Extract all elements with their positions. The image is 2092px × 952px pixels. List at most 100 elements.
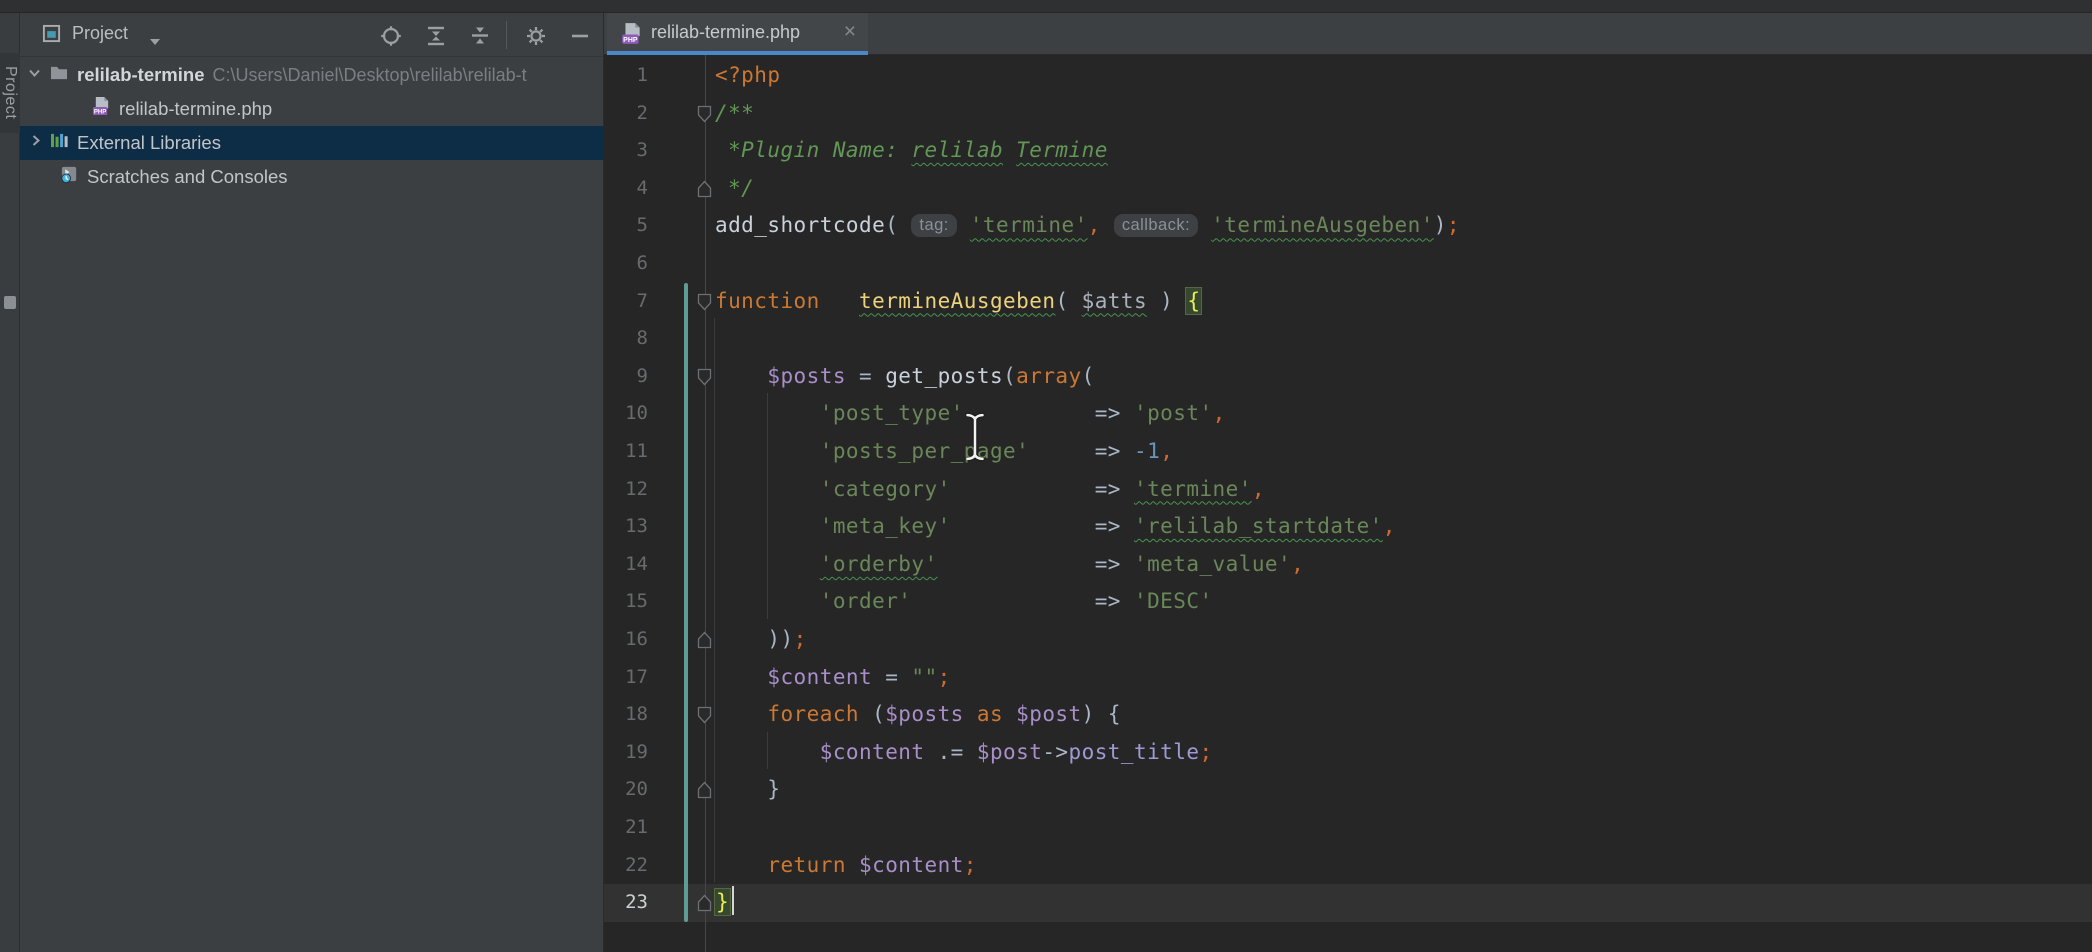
- line-number[interactable]: 16: [604, 621, 648, 659]
- code-text[interactable]: }: [715, 771, 780, 809]
- code-text[interactable]: function termineAusgeben( $atts ) {: [715, 283, 1201, 321]
- code-line-17[interactable]: 17 $content = "";: [604, 659, 2092, 697]
- line-number[interactable]: 11: [604, 433, 648, 471]
- code-editor[interactable]: 1<?php2/**3 *Plugin Name: relilab Termin…: [604, 55, 2092, 952]
- line-number[interactable]: 6: [604, 245, 648, 283]
- project-tree: relilab-termine C:\Users\Daniel\Desktop\…: [20, 58, 604, 952]
- line-number[interactable]: 20: [604, 771, 648, 809]
- fold-start-icon[interactable]: [697, 293, 712, 311]
- code-line-21[interactable]: 21: [604, 809, 2092, 847]
- line-number[interactable]: 19: [604, 734, 648, 772]
- code-text[interactable]: 'meta_key' => 'relilab_startdate',: [715, 508, 1396, 546]
- line-number[interactable]: 15: [604, 583, 648, 621]
- fold-start-icon[interactable]: [697, 105, 712, 123]
- code-text[interactable]: 'post_type' => 'post',: [715, 395, 1226, 433]
- collapse-all-icon[interactable]: [468, 24, 492, 48]
- line-number[interactable]: 12: [604, 471, 648, 509]
- chevron-down-icon[interactable]: [150, 32, 160, 50]
- code-line-4[interactable]: 4 */: [604, 170, 2092, 208]
- line-number[interactable]: 2: [604, 95, 648, 133]
- code-line-14[interactable]: 14 'orderby' => 'meta_value',: [604, 546, 2092, 584]
- code-text[interactable]: 'order' => 'DESC': [715, 583, 1213, 621]
- tree-item-relilab-termine-php[interactable]: PHP relilab-termine.php: [20, 92, 604, 126]
- fold-start-icon[interactable]: [697, 368, 712, 386]
- code-text[interactable]: return $content;: [715, 847, 977, 885]
- svg-text:PHP: PHP: [94, 108, 107, 115]
- code-text[interactable]: <?php: [715, 57, 780, 95]
- code-text[interactable]: 'category' => 'termine',: [715, 471, 1265, 509]
- window-top-edge: [0, 0, 2092, 13]
- stripe-button-project[interactable]: Project: [0, 53, 20, 133]
- code-line-12[interactable]: 12 'category' => 'termine',: [604, 471, 2092, 509]
- code-line-23[interactable]: 23}: [604, 884, 2092, 922]
- fold-end-icon[interactable]: [697, 894, 712, 912]
- code-line-6[interactable]: 6: [604, 245, 2092, 283]
- code-line-8[interactable]: 8: [604, 320, 2092, 358]
- code-line-10[interactable]: 10 'post_type' => 'post',: [604, 395, 2092, 433]
- code-line-20[interactable]: 20 }: [604, 771, 2092, 809]
- fold-end-icon[interactable]: [697, 180, 712, 198]
- code-text[interactable]: 'posts_per_page' => -1,: [715, 433, 1173, 471]
- code-text[interactable]: /**: [715, 95, 754, 133]
- toolbar-divider: [506, 21, 507, 49]
- code-line-2[interactable]: 2 /**: [604, 95, 2092, 133]
- code-text[interactable]: 'orderby' => 'meta_value',: [715, 546, 1304, 584]
- line-number[interactable]: 4: [604, 170, 648, 208]
- project-panel-title[interactable]: Project: [72, 23, 128, 44]
- folder-icon: [49, 64, 69, 81]
- code-line-1[interactable]: 1 <?php: [604, 57, 2092, 95]
- code-line-15[interactable]: 15 'order' => 'DESC': [604, 583, 2092, 621]
- tab-relilab-termine-php[interactable]: PHP relilab-termine.php ×: [607, 13, 868, 55]
- code-text[interactable]: *Plugin Name: relilab Termine: [715, 132, 1108, 170]
- line-number[interactable]: 1: [604, 57, 648, 95]
- fold-start-icon[interactable]: [697, 706, 712, 724]
- line-number[interactable]: 7: [604, 283, 648, 321]
- code-line-19[interactable]: 19 $content .= $post->post_title;: [604, 734, 2092, 772]
- fold-end-icon[interactable]: [697, 631, 712, 649]
- code-text[interactable]: add_shortcode( tag: 'termine', callback:…: [715, 207, 1460, 245]
- code-line-7[interactable]: 7 function termineAusgeben( $atts ) {: [604, 283, 2092, 321]
- chevron-right-icon: [30, 134, 42, 147]
- line-number[interactable]: 5: [604, 207, 648, 245]
- line-number[interactable]: 3: [604, 132, 648, 170]
- locate-icon[interactable]: [379, 24, 403, 48]
- line-number[interactable]: 8: [604, 320, 648, 358]
- code-line-9[interactable]: 9 $posts = get_posts(array(: [604, 358, 2092, 396]
- code-line-16[interactable]: 16 ));: [604, 621, 2092, 659]
- expand-all-icon[interactable]: [424, 24, 448, 48]
- code-line-22[interactable]: 22 return $content;: [604, 847, 2092, 885]
- line-number[interactable]: 9: [604, 358, 648, 396]
- fold-end-icon[interactable]: [697, 781, 712, 799]
- stripe-tool-icon[interactable]: [4, 296, 16, 309]
- code-line-18[interactable]: 18 foreach ($posts as $post) {: [604, 696, 2092, 734]
- tree-item-label: relilab-termine: [77, 64, 205, 86]
- code-line-5[interactable]: 5 add_shortcode( tag: 'termine', callback…: [604, 207, 2092, 245]
- code-line-11[interactable]: 11 'posts_per_page' => -1,: [604, 433, 2092, 471]
- code-text[interactable]: $posts = get_posts(array(: [715, 358, 1095, 396]
- line-number[interactable]: 18: [604, 696, 648, 734]
- line-number[interactable]: 10: [604, 395, 648, 433]
- code-line-13[interactable]: 13 'meta_key' => 'relilab_startdate',: [604, 508, 2092, 546]
- tree-item-relilab-termine[interactable]: relilab-termine C:\Users\Daniel\Desktop\…: [20, 58, 604, 92]
- tree-item-label: relilab-termine.php: [119, 98, 272, 120]
- php-file-icon: PHP: [92, 96, 111, 117]
- project-view-icon: [42, 24, 61, 48]
- code-text[interactable]: }: [715, 884, 730, 922]
- settings-icon[interactable]: [524, 24, 548, 48]
- tree-item-external-libraries[interactable]: External Libraries: [20, 126, 604, 160]
- code-line-3[interactable]: 3 *Plugin Name: relilab Termine: [604, 132, 2092, 170]
- code-text[interactable]: */: [715, 170, 754, 208]
- code-text[interactable]: $content .= $post->post_title;: [715, 734, 1213, 772]
- line-number[interactable]: 23: [604, 884, 648, 922]
- hide-panel-icon[interactable]: [568, 24, 592, 48]
- line-number[interactable]: 14: [604, 546, 648, 584]
- close-icon[interactable]: ×: [844, 20, 856, 44]
- code-text[interactable]: foreach ($posts as $post) {: [715, 696, 1121, 734]
- code-text[interactable]: ));: [715, 621, 807, 659]
- tree-item-scratches-and-consoles[interactable]: Scratches and Consoles: [20, 160, 604, 194]
- line-number[interactable]: 21: [604, 809, 648, 847]
- line-number[interactable]: 22: [604, 847, 648, 885]
- line-number[interactable]: 13: [604, 508, 648, 546]
- code-text[interactable]: $content = "";: [715, 659, 951, 697]
- line-number[interactable]: 17: [604, 659, 648, 697]
